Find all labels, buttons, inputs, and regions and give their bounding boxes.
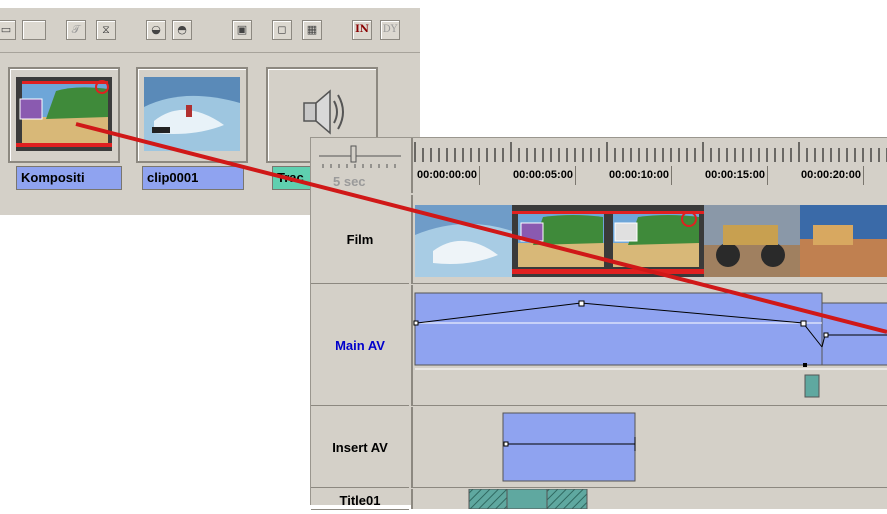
annotation-line [75,122,887,334]
